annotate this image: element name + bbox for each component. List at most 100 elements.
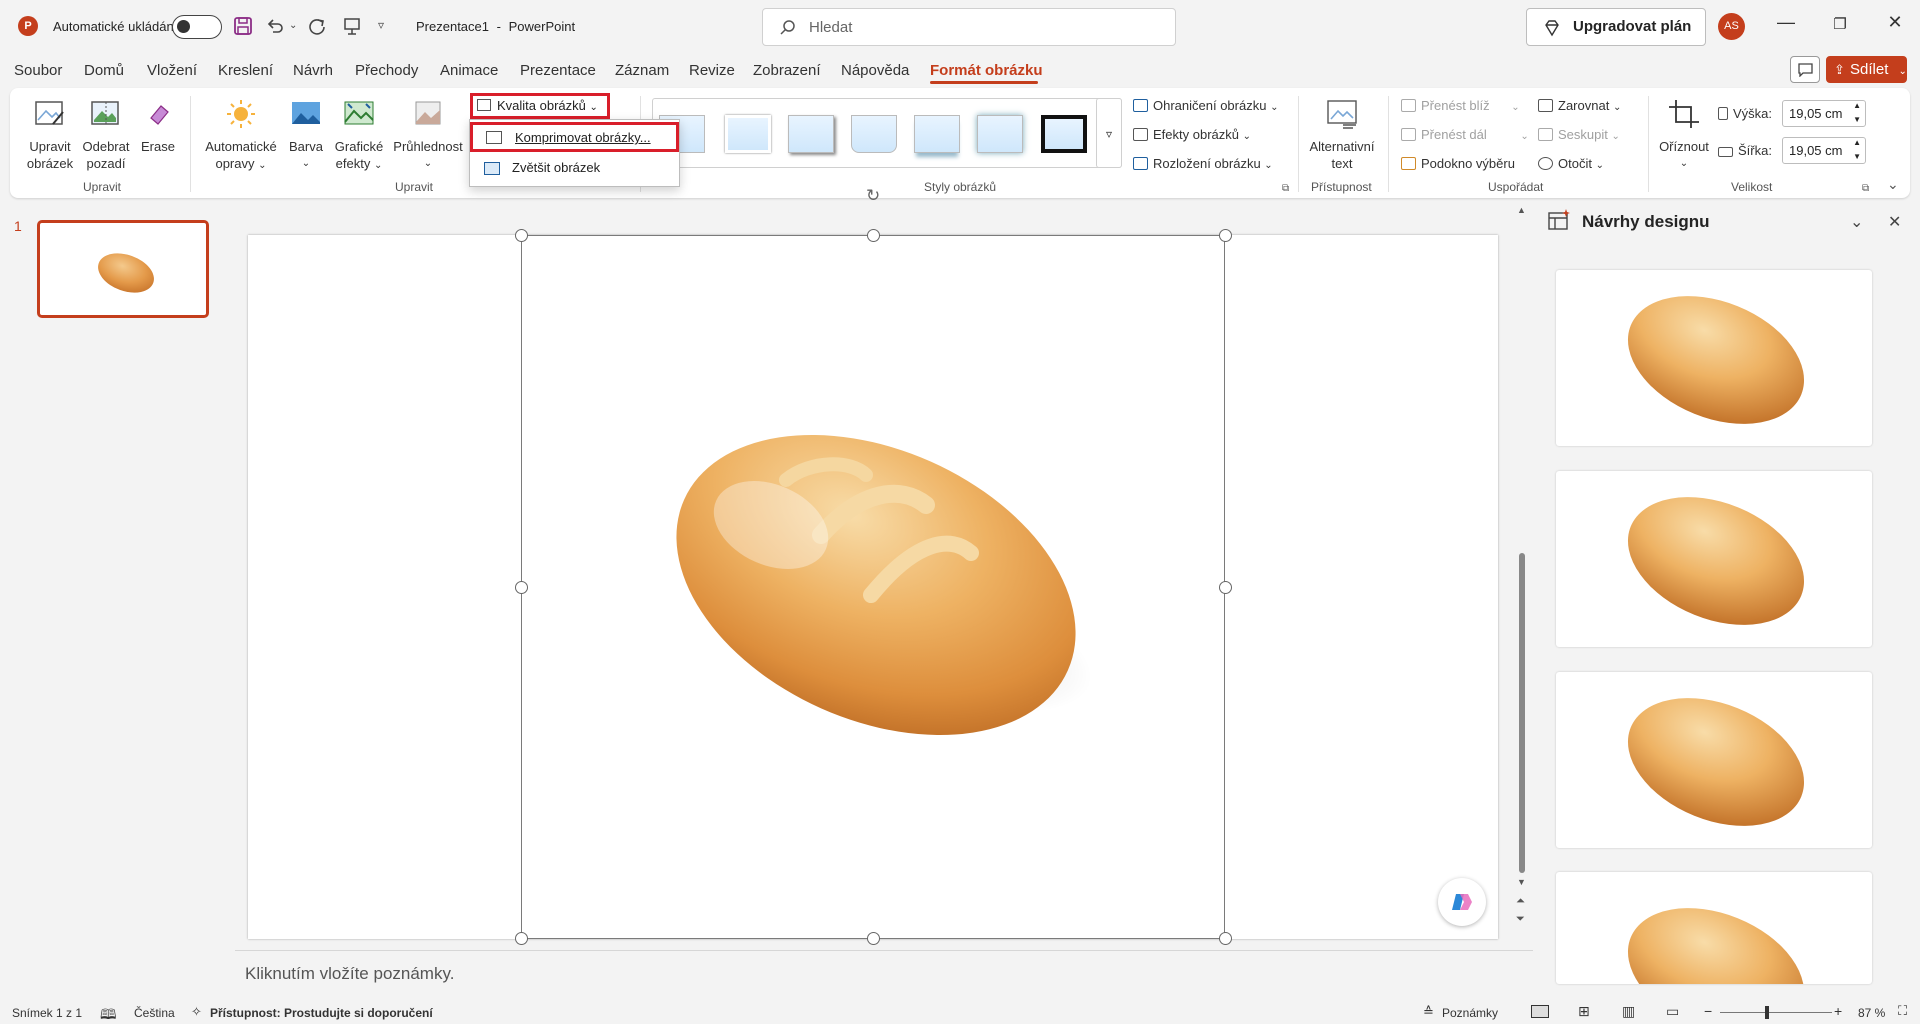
tab-soubor[interactable]: Soubor — [14, 62, 62, 79]
alternativni-text-button[interactable]: Alternativní text — [1304, 98, 1380, 172]
zoom-out-icon[interactable]: − — [1704, 1003, 1712, 1019]
editor-scrollbar[interactable]: ▲ ▼ ⏶ ⏷ — [1516, 205, 1528, 930]
zarovnat-button[interactable]: Zarovnat ⌄ — [1538, 96, 1621, 116]
tab-navrh[interactable]: Návrh — [293, 62, 333, 79]
notes-placeholder[interactable]: Kliknutím vložíte poznámky. — [245, 964, 454, 984]
zoom-in-icon[interactable]: + — [1834, 1003, 1842, 1019]
scroll-up-icon[interactable]: ▲ — [1517, 205, 1526, 215]
scroll-thumb[interactable] — [1519, 553, 1525, 873]
present-from-start-icon[interactable] — [342, 16, 362, 41]
style-thumbnail[interactable] — [914, 115, 960, 153]
ohraniceni-obrazku-button[interactable]: Ohraničení obrázku ⌄ — [1133, 96, 1278, 116]
prenest-bliz-button[interactable]: Přenést blíž ⌄ — [1401, 96, 1520, 116]
design-suggestion-card[interactable] — [1556, 872, 1872, 984]
resize-handle[interactable] — [1219, 581, 1232, 594]
avatar[interactable]: AS — [1718, 13, 1745, 40]
tab-prechody[interactable]: Přechody — [355, 62, 418, 79]
height-input[interactable]: 19,05 cm ▲ ▼ — [1782, 100, 1866, 127]
close-icon[interactable]: ✕ — [1883, 12, 1907, 33]
resize-handle[interactable] — [867, 229, 880, 242]
zoom-slider-thumb[interactable] — [1765, 1006, 1769, 1019]
tab-kresleni[interactable]: Kreslení — [218, 62, 273, 79]
tab-napoveda[interactable]: Nápověda — [841, 62, 909, 79]
resize-handle[interactable] — [515, 581, 528, 594]
upravit-obrazek-button[interactable]: Upravit obrázek — [24, 98, 76, 172]
odebrat-pozadi-button[interactable]: Odebrat pozadí — [79, 98, 133, 172]
panel-collapse-chevron-icon[interactable]: ⌄ — [1850, 212, 1863, 232]
slide-sorter-icon[interactable]: ⊞ — [1578, 1003, 1590, 1020]
share-button[interactable]: ⇪ Sdílet ⌄ — [1826, 56, 1907, 83]
erase-button[interactable]: Erase — [138, 98, 178, 155]
dialog-launcher-icon[interactable]: ⧉ — [1862, 183, 1869, 194]
style-thumbnail[interactable] — [977, 115, 1023, 153]
tab-format-obrazku[interactable]: Formát obrázku — [930, 62, 1043, 79]
tab-vlozeni[interactable]: Vložení — [147, 62, 197, 79]
rotate-handle-icon[interactable]: ↻ — [866, 186, 880, 206]
comments-button[interactable] — [1790, 56, 1820, 83]
automaticke-opravy-button[interactable]: Automatické opravy ⌄ — [199, 98, 283, 174]
otocit-button[interactable]: Otočit ⌄ — [1538, 154, 1604, 174]
tab-animace[interactable]: Animace — [440, 62, 498, 79]
search-box[interactable]: Hledat — [762, 8, 1176, 46]
undo-dropdown-chevron-icon[interactable]: ⌄ — [289, 20, 297, 31]
collapse-ribbon-chevron-icon[interactable]: ⌄ — [1887, 176, 1899, 193]
resize-handle[interactable] — [515, 932, 528, 945]
style-thumbnail[interactable] — [725, 115, 771, 153]
slide-thumbnail[interactable] — [37, 220, 209, 318]
resize-handle[interactable] — [1219, 932, 1232, 945]
tab-zaznam[interactable]: Záznam — [615, 62, 669, 79]
tab-zobrazeni[interactable]: Zobrazení — [753, 62, 821, 79]
resize-handle[interactable] — [867, 932, 880, 945]
normal-view-icon[interactable] — [1531, 1005, 1549, 1018]
redo-icon[interactable] — [307, 16, 327, 41]
reading-view-icon[interactable]: ▥ — [1622, 1003, 1635, 1020]
customize-qat-icon[interactable]: ▿ — [378, 18, 384, 32]
spinner-icon[interactable]: ▲ ▼ — [1853, 136, 1861, 164]
pruhlednost-button[interactable]: Průhlednost ⌄ — [390, 98, 466, 172]
prenest-dal-button[interactable]: Přenést dál ⌄ — [1401, 125, 1529, 145]
tab-prezentace[interactable]: Prezentace — [520, 62, 596, 79]
seskupit-button[interactable]: Seskupit ⌄ — [1538, 125, 1620, 145]
width-input[interactable]: 19,05 cm ▲ ▼ — [1782, 137, 1866, 164]
upgrade-plan-button[interactable]: Upgradovat plán — [1526, 8, 1706, 46]
notes-toggle[interactable]: Poznámky — [1442, 1006, 1498, 1020]
save-icon[interactable] — [233, 16, 253, 41]
slideshow-icon[interactable]: ▭ — [1666, 1003, 1679, 1020]
zoom-slider[interactable] — [1720, 1012, 1832, 1013]
minimize-icon[interactable]: — — [1774, 12, 1798, 33]
menu-item-enlarge[interactable]: Zvětšit obrázek — [470, 155, 679, 185]
fit-to-window-icon[interactable]: ⛶ — [1898, 1003, 1907, 1019]
close-panel-icon[interactable]: ✕ — [1888, 212, 1901, 232]
spinner-icon[interactable]: ▲ ▼ — [1853, 99, 1861, 127]
zoom-level[interactable]: 87 % — [1858, 1006, 1885, 1020]
dialog-launcher-icon[interactable]: ⧉ — [1282, 183, 1289, 194]
tab-revize[interactable]: Revize — [689, 62, 735, 79]
spelling-check-icon[interactable]: 🕮 — [100, 1004, 117, 1024]
restore-icon[interactable]: ❐ — [1828, 15, 1852, 33]
efekty-obrazku-button[interactable]: Efekty obrázků ⌄ — [1133, 125, 1251, 145]
design-suggestion-card[interactable] — [1556, 672, 1872, 848]
menu-item-compress[interactable]: Komprimovat obrázky... — [470, 122, 679, 152]
next-slide-icon[interactable]: ⏷ — [1516, 913, 1525, 926]
resize-handle[interactable] — [515, 229, 528, 242]
style-thumbnail[interactable] — [851, 115, 897, 153]
oriznout-button[interactable]: Oříznout ⌄ — [1654, 98, 1714, 172]
graficke-efekty-button[interactable]: Grafické efekty ⌄ — [332, 98, 386, 174]
scroll-down-icon[interactable]: ▼ — [1517, 877, 1526, 887]
style-thumbnail[interactable] — [1041, 115, 1087, 153]
style-thumbnail[interactable] — [788, 115, 834, 153]
undo-icon[interactable] — [265, 16, 285, 41]
rozlozeni-obrazku-button[interactable]: Rozložení obrázku ⌄ — [1133, 154, 1273, 174]
barva-button[interactable]: Barva ⌄ — [285, 98, 327, 172]
gallery-more-button[interactable]: ▿ — [1096, 98, 1122, 168]
language-indicator[interactable]: Čeština — [134, 1006, 175, 1020]
podokno-vyberu-button[interactable]: Podokno výběru — [1401, 154, 1515, 174]
kvalita-obrazku-button[interactable]: Kvalita obrázků ⌄ — [470, 93, 610, 119]
autosave-toggle[interactable] — [172, 15, 222, 39]
design-suggestion-card[interactable] — [1556, 270, 1872, 446]
resize-handle[interactable] — [1219, 229, 1232, 242]
design-suggestion-card[interactable] — [1556, 471, 1872, 647]
copilot-button[interactable] — [1438, 878, 1486, 926]
previous-slide-icon[interactable]: ⏶ — [1516, 895, 1525, 908]
tab-domu[interactable]: Domů — [84, 62, 124, 79]
